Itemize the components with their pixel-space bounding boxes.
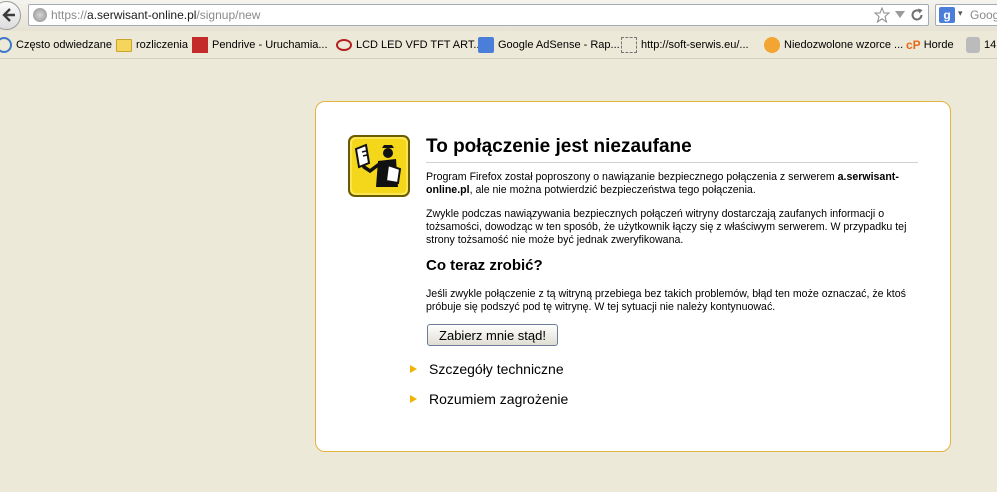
navigation-toolbar: https://a.serwisant-online.pl/signup/new… <box>0 0 997 31</box>
understand-risks-expander[interactable]: Rozumiem zagrożenie <box>410 389 568 409</box>
bookmark-folder[interactable]: rozliczenia <box>116 37 188 53</box>
bookmark-item[interactable]: 14 <box>966 37 996 53</box>
back-arrow-icon <box>2 8 15 22</box>
bookmarks-toolbar: Często odwiedzane rozliczenia Pendrive -… <box>0 31 997 59</box>
back-button[interactable] <box>0 1 21 30</box>
bookmark-star-icon[interactable] <box>874 7 890 23</box>
blank-page-icon <box>621 37 637 53</box>
folder-icon <box>116 38 132 52</box>
frequent-sites-icon <box>0 37 12 53</box>
search-placeholder: Googl <box>970 8 997 22</box>
site-identity-icon[interactable] <box>33 8 47 22</box>
expand-triangle-icon <box>410 365 417 373</box>
pc-world-icon <box>192 37 208 53</box>
bookmark-item[interactable]: http://soft-serwis.eu/... <box>621 37 749 53</box>
history-dropdown-icon[interactable] <box>895 11 905 19</box>
search-bar[interactable]: g ▾ Googl <box>935 4 997 26</box>
bookmark-item[interactable]: Pendrive - Uruchamia... <box>192 37 328 53</box>
bookmark-item[interactable]: cP Horde <box>906 37 954 53</box>
error-explanation-text: Zwykle podczas nawiązywania bezpiecznych… <box>426 208 907 246</box>
technical-details-label: Szczegóły techniczne <box>429 361 564 377</box>
bookmark-item[interactable]: LCD LED VFD TFT ART... <box>336 37 483 53</box>
url-text[interactable]: https://a.serwisant-online.pl/signup/new <box>51 8 260 22</box>
get-me-out-button[interactable]: Zabierz mnie stąd! <box>427 324 558 346</box>
google-search-engine-icon[interactable]: g <box>939 7 955 23</box>
bookmark-item[interactable]: Google AdSense - Rap... <box>478 37 620 53</box>
red-eye-icon <box>336 39 352 51</box>
google-icon <box>478 37 494 53</box>
what-to-do-text: Jeśli zwykle połączenie z tą witryną prz… <box>426 288 906 313</box>
technical-details-expander[interactable]: Szczegóły techniczne <box>410 359 564 379</box>
bookmark-item[interactable]: Niedozwolone wzorce ... <box>764 37 903 53</box>
cert-error-container: To połączenie jest niezaufane Program Fi… <box>315 101 951 452</box>
reload-icon[interactable] <box>910 8 924 22</box>
address-bar[interactable]: https://a.serwisant-online.pl/signup/new <box>28 4 929 26</box>
bookmark-item[interactable]: Często odwiedzane <box>0 37 112 53</box>
understand-risks-label: Rozumiem zagrożenie <box>429 391 569 407</box>
tool-icon <box>966 37 980 53</box>
search-engine-dropdown-icon[interactable]: ▾ <box>958 8 963 19</box>
what-to-do-heading: Co teraz zrobić? <box>426 257 543 274</box>
untrusted-certificate-icon <box>348 135 410 197</box>
expand-triangle-icon <box>410 395 417 403</box>
page-title: To połączenie jest niezaufane <box>426 136 918 163</box>
cpanel-icon: cP <box>906 38 921 52</box>
orange-circle-icon <box>764 37 780 53</box>
error-intro-text: Program Firefox został poproszony o nawi… <box>426 171 899 196</box>
